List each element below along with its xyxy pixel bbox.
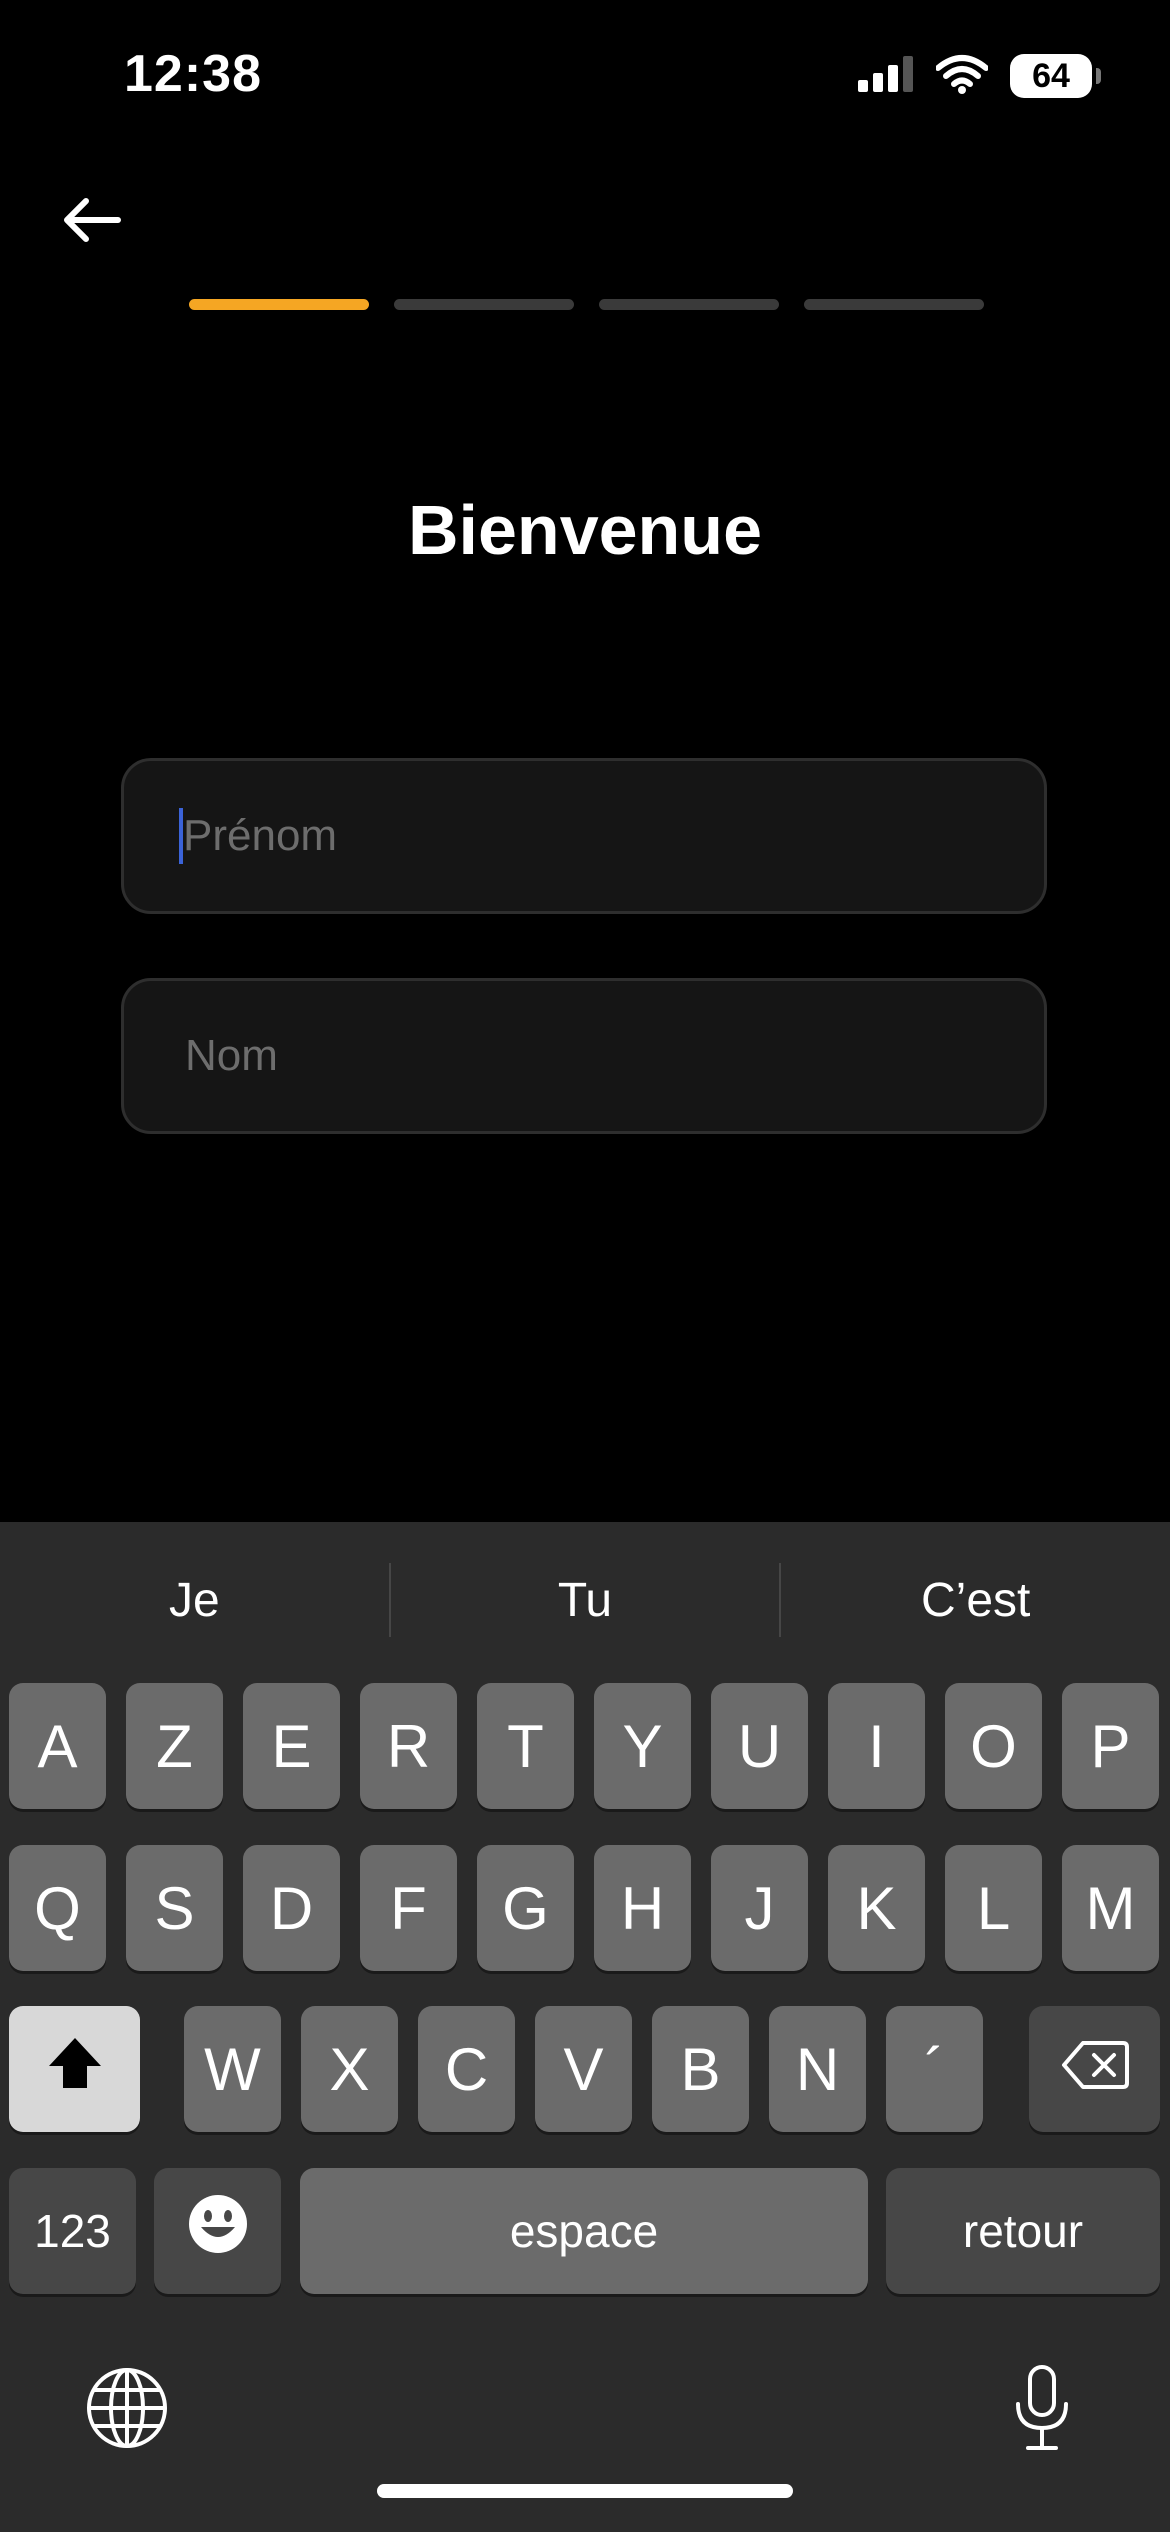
key-h[interactable]: H <box>594 1845 691 1971</box>
key-z[interactable]: Z <box>126 1683 223 1809</box>
signal-icon <box>858 55 914 97</box>
suggestion-item[interactable]: C’est <box>781 1573 1170 1628</box>
last-name-placeholder: Nom <box>185 1031 278 1080</box>
page-title: Bienvenue <box>408 491 762 569</box>
backspace-icon <box>1061 2035 1129 2104</box>
key-l[interactable]: L <box>945 1845 1042 1971</box>
key-e[interactable]: E <box>243 1683 340 1809</box>
key-p[interactable]: P <box>1062 1683 1159 1809</box>
backspace-key[interactable] <box>1029 2006 1160 2132</box>
key-c[interactable]: C <box>418 2006 515 2132</box>
key-f[interactable]: F <box>360 1845 457 1971</box>
key-m[interactable]: M <box>1062 1845 1159 1971</box>
emoji-icon <box>187 2193 249 2269</box>
key-s[interactable]: S <box>126 1845 223 1971</box>
key-w[interactable]: W <box>184 2006 281 2132</box>
space-key[interactable]: espace <box>300 2168 868 2294</box>
globe-icon <box>85 2366 169 2455</box>
first-name-field[interactable]: Prénom <box>121 758 1047 914</box>
key-n[interactable]: N <box>769 2006 866 2132</box>
key-a[interactable]: A <box>9 1683 106 1809</box>
battery-icon: 64 <box>1010 54 1101 98</box>
progress-indicator <box>189 299 984 310</box>
key-v[interactable]: V <box>535 2006 632 2132</box>
key-acute-accent[interactable]: ´ <box>886 2006 983 2132</box>
key-r[interactable]: R <box>360 1683 457 1809</box>
microphone-icon <box>1010 2364 1074 2457</box>
wifi-icon <box>935 54 989 99</box>
progress-step-3 <box>599 299 779 310</box>
arrow-left-icon <box>62 196 122 249</box>
status-icons: 64 <box>858 52 1101 100</box>
progress-step-2 <box>394 299 574 310</box>
key-o[interactable]: O <box>945 1683 1042 1809</box>
last-name-field[interactable]: Nom <box>121 978 1047 1134</box>
key-q[interactable]: Q <box>9 1845 106 1971</box>
back-button[interactable] <box>56 186 128 258</box>
emoji-key[interactable] <box>154 2168 281 2294</box>
key-g[interactable]: G <box>477 1845 574 1971</box>
microphone-button[interactable] <box>997 2364 1087 2457</box>
shift-icon <box>47 2035 103 2104</box>
first-name-placeholder: Prénom <box>183 811 338 860</box>
globe-button[interactable] <box>82 2365 172 2455</box>
key-j[interactable]: J <box>711 1845 808 1971</box>
suggestion-item[interactable]: Je <box>0 1573 389 1628</box>
status-time: 12:38 <box>124 45 262 103</box>
key-k[interactable]: K <box>828 1845 925 1971</box>
keyboard: Je Tu C’est A Z E R T Y U I O P Q S D F … <box>0 1522 1170 2532</box>
battery-level: 64 <box>1032 56 1070 95</box>
suggestion-bar: Je Tu C’est <box>0 1522 1170 1678</box>
key-u[interactable]: U <box>711 1683 808 1809</box>
suggestion-item[interactable]: Tu <box>391 1573 780 1628</box>
key-x[interactable]: X <box>301 2006 398 2132</box>
numbers-key[interactable]: 123 <box>9 2168 136 2294</box>
progress-step-1 <box>189 299 369 310</box>
key-i[interactable]: I <box>828 1683 925 1809</box>
home-indicator[interactable] <box>377 2484 793 2498</box>
key-b[interactable]: B <box>652 2006 749 2132</box>
shift-key[interactable] <box>9 2006 140 2132</box>
progress-step-4 <box>804 299 984 310</box>
key-y[interactable]: Y <box>594 1683 691 1809</box>
key-t[interactable]: T <box>477 1683 574 1809</box>
return-key[interactable]: retour <box>886 2168 1160 2294</box>
key-d[interactable]: D <box>243 1845 340 1971</box>
